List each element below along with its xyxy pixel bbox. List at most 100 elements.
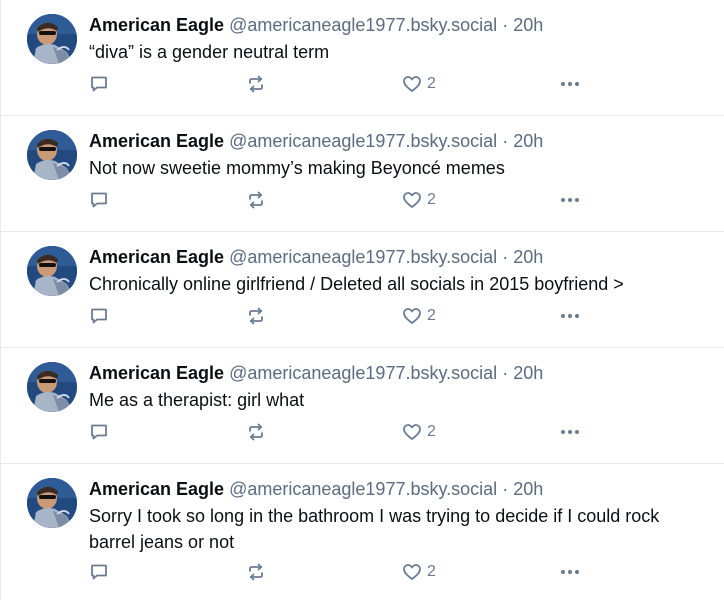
avatar-image xyxy=(27,362,77,412)
avatar-image xyxy=(27,246,77,296)
author-avatar[interactable] xyxy=(27,478,77,528)
heart-icon xyxy=(403,192,421,208)
post-text: “diva” is a gender neutral term xyxy=(89,42,330,62)
author-avatar[interactable] xyxy=(27,130,77,180)
post-content: American Eagle @americaneagle1977.bsky.s… xyxy=(89,12,706,65)
post-header: American Eagle @americaneagle1977.bsky.s… xyxy=(89,244,706,270)
feed-post-1[interactable]: American Eagle @americaneagle1977.bsky.s… xyxy=(1,0,724,116)
post-text: Me as a therapist: girl what xyxy=(89,390,305,410)
ellipsis-icon xyxy=(561,82,579,86)
ellipsis-icon xyxy=(561,198,579,202)
repost-arrows-icon xyxy=(249,307,263,325)
avatar-image xyxy=(27,478,77,528)
post-timestamp[interactable]: 20h xyxy=(513,131,543,151)
feed-post-4[interactable]: American Eagle @americaneagle1977.bsky.s… xyxy=(1,348,724,464)
heart-icon xyxy=(403,76,421,92)
post-actions: 2 xyxy=(89,306,589,328)
repost-button[interactable] xyxy=(246,74,266,94)
post-timestamp[interactable]: 20h xyxy=(513,15,543,35)
repost-button[interactable] xyxy=(246,306,266,326)
like-count: 2 xyxy=(427,191,436,208)
more-options-button[interactable] xyxy=(559,422,581,442)
author-avatar[interactable] xyxy=(27,362,77,412)
post-actions: 2 xyxy=(89,190,589,212)
meta-separator: · xyxy=(502,131,509,151)
like-count: 2 xyxy=(427,423,436,440)
author-handle[interactable]: @americaneagle1977.bsky.social xyxy=(229,131,497,151)
reply-button[interactable] xyxy=(89,190,109,210)
feed-post-3[interactable]: American Eagle @americaneagle1977.bsky.s… xyxy=(1,232,724,348)
post-actions: 2 xyxy=(89,74,589,96)
author-avatar[interactable] xyxy=(27,14,77,64)
post-text: Not now sweetie mommy’s making Beyoncé m… xyxy=(89,158,505,178)
repost-arrows-icon xyxy=(249,423,263,441)
meta-separator: · xyxy=(502,15,509,35)
post-header: American Eagle @americaneagle1977.bsky.s… xyxy=(89,12,706,38)
more-options-button[interactable] xyxy=(559,562,581,582)
ellipsis-icon xyxy=(561,314,579,318)
reply-button[interactable] xyxy=(89,422,109,442)
author-handle[interactable]: @americaneagle1977.bsky.social xyxy=(229,15,497,35)
author-name[interactable]: American Eagle xyxy=(89,363,224,383)
post-text: Chronically online girlfriend / Deleted … xyxy=(89,274,624,294)
repost-arrows-icon xyxy=(249,75,263,93)
post-content: American Eagle @americaneagle1977.bsky.s… xyxy=(89,360,706,413)
more-options-button[interactable] xyxy=(559,74,581,94)
like-button[interactable]: 2 xyxy=(402,562,436,582)
repost-arrows-icon xyxy=(249,191,263,209)
ellipsis-icon xyxy=(561,430,579,434)
post-actions: 2 xyxy=(89,562,589,584)
reply-button[interactable] xyxy=(89,74,109,94)
heart-icon xyxy=(403,564,421,580)
like-button[interactable]: 2 xyxy=(402,190,436,210)
like-count: 2 xyxy=(427,307,436,324)
repost-button[interactable] xyxy=(246,422,266,442)
feed-post-5[interactable]: American Eagle @americaneagle1977.bsky.s… xyxy=(1,464,724,600)
more-options-button[interactable] xyxy=(559,190,581,210)
repost-button[interactable] xyxy=(246,190,266,210)
reply-button[interactable] xyxy=(89,562,109,582)
post-timestamp[interactable]: 20h xyxy=(513,363,543,383)
reply-bubble-icon xyxy=(91,76,107,92)
author-handle[interactable]: @americaneagle1977.bsky.social xyxy=(229,479,497,499)
like-button[interactable]: 2 xyxy=(402,74,436,94)
like-button[interactable]: 2 xyxy=(402,422,436,442)
like-count: 2 xyxy=(427,563,436,580)
heart-icon xyxy=(403,424,421,440)
reply-bubble-icon xyxy=(91,308,107,324)
post-content: American Eagle @americaneagle1977.bsky.s… xyxy=(89,128,706,181)
post-content: American Eagle @americaneagle1977.bsky.s… xyxy=(89,244,706,297)
reply-button[interactable] xyxy=(89,306,109,326)
meta-separator: · xyxy=(502,363,509,383)
post-content: American Eagle @americaneagle1977.bsky.s… xyxy=(89,476,706,555)
post-text: Sorry I took so long in the bathroom I w… xyxy=(89,506,660,552)
post-timestamp[interactable]: 20h xyxy=(513,479,543,499)
ellipsis-icon xyxy=(561,570,579,574)
reply-bubble-icon xyxy=(91,564,107,580)
author-name[interactable]: American Eagle xyxy=(89,479,224,499)
like-button[interactable]: 2 xyxy=(402,306,436,326)
post-header: American Eagle @americaneagle1977.bsky.s… xyxy=(89,360,706,386)
author-name[interactable]: American Eagle xyxy=(89,247,224,267)
meta-separator: · xyxy=(502,479,509,499)
heart-icon xyxy=(403,308,421,324)
meta-separator: · xyxy=(502,247,509,267)
feed-post-2[interactable]: American Eagle @americaneagle1977.bsky.s… xyxy=(1,116,724,232)
reply-bubble-icon xyxy=(91,192,107,208)
author-name[interactable]: American Eagle xyxy=(89,131,224,151)
post-timestamp[interactable]: 20h xyxy=(513,247,543,267)
like-count: 2 xyxy=(427,75,436,92)
author-handle[interactable]: @americaneagle1977.bsky.social xyxy=(229,247,497,267)
reply-bubble-icon xyxy=(91,424,107,440)
post-header: American Eagle @americaneagle1977.bsky.s… xyxy=(89,128,706,154)
post-actions: 2 xyxy=(89,422,589,444)
post-feed: American Eagle @americaneagle1977.bsky.s… xyxy=(0,0,724,600)
avatar-image xyxy=(27,14,77,64)
repost-button[interactable] xyxy=(246,562,266,582)
author-avatar[interactable] xyxy=(27,246,77,296)
author-name[interactable]: American Eagle xyxy=(89,15,224,35)
more-options-button[interactable] xyxy=(559,306,581,326)
repost-arrows-icon xyxy=(249,563,263,581)
author-handle[interactable]: @americaneagle1977.bsky.social xyxy=(229,363,497,383)
post-header: American Eagle @americaneagle1977.bsky.s… xyxy=(89,476,706,502)
